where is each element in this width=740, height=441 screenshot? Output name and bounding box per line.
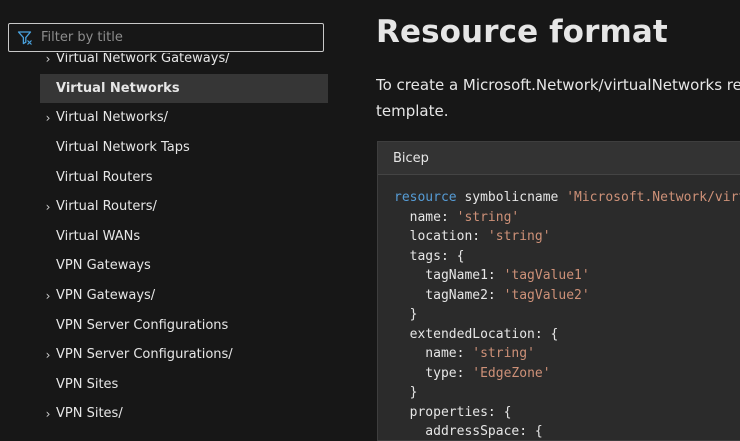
code-line: addressSpace: {	[394, 422, 740, 440]
toc-item-label: Virtual Routers/	[56, 199, 157, 215]
chevron-right-icon[interactable]: ›	[43, 200, 53, 214]
code-string: 'tagValue2'	[503, 287, 590, 303]
code-language-tab[interactable]: Bicep	[378, 142, 740, 175]
toc-item-label: VPN Server Configurations	[56, 317, 229, 333]
toc-item[interactable]: VPN Server Configurations	[40, 310, 328, 340]
filter-input[interactable]	[41, 30, 301, 45]
toc-item[interactable]: Virtual Networks	[40, 73, 328, 104]
toc-item[interactable]: Virtual WANs	[40, 222, 328, 252]
code-language-label: Bicep	[393, 150, 429, 166]
code-string: 'string'	[472, 346, 535, 361]
toc-item[interactable]: › VPN Gateways/	[40, 281, 328, 311]
code-text: properties: {	[394, 404, 512, 420]
code-line: type: 'EdgeZone'	[394, 364, 740, 384]
code-line: }	[394, 383, 740, 403]
code-line: tags: {	[394, 247, 740, 267]
intro-line-1: To create a Microsoft.Network/virtualNet…	[376, 76, 740, 94]
toc-item-label: Virtual Network Gateways/	[56, 53, 230, 67]
code-text: name:	[394, 209, 457, 225]
code-line: tagName1: 'tagValue1'	[394, 266, 740, 286]
code-string: 'EdgeZone'	[472, 365, 551, 381]
code-keyword: resource	[394, 190, 457, 205]
toc-item[interactable]: VPN Gateways	[40, 251, 328, 281]
code-line: tagName2: 'tagValue2'	[394, 286, 740, 306]
toc-item-label: Virtual Networks	[56, 80, 180, 96]
toc-item-label: Virtual Network Taps	[56, 140, 190, 156]
code-line: }	[394, 305, 740, 325]
toc-item[interactable]: › Virtual Network Gateways/	[40, 53, 328, 74]
filter-box[interactable]	[8, 23, 324, 52]
code-line: name: 'string'	[394, 208, 740, 228]
code-line: resource symbolicname 'Microsoft.Network…	[394, 188, 740, 208]
chevron-right-icon[interactable]: ›	[43, 348, 53, 362]
code-text: tagName2:	[394, 287, 504, 303]
toc-item[interactable]: Virtual Routers	[40, 162, 328, 192]
code-text: extendedLocation: {	[394, 326, 559, 342]
code-content: resource symbolicname 'Microsoft.Network…	[378, 175, 740, 440]
intro-paragraph: To create a Microsoft.Network/virtualNet…	[376, 72, 740, 124]
code-text: tags: {	[394, 248, 465, 264]
chevron-right-icon[interactable]: ›	[43, 53, 53, 66]
intro-line-2: template.	[376, 102, 449, 120]
code-line: name: 'string'	[394, 344, 740, 364]
code-line: properties: {	[394, 403, 740, 423]
chevron-right-icon[interactable]: ›	[43, 407, 53, 421]
code-line: location: 'string'	[394, 227, 740, 247]
toc-item-label: VPN Server Configurations/	[56, 347, 233, 363]
code-line: extendedLocation: {	[394, 325, 740, 345]
page-title: Resource format	[376, 14, 668, 50]
code-text: name:	[394, 346, 473, 361]
toc-item-label: VPN Sites/	[56, 406, 123, 422]
toc-item-label: Virtual Routers	[56, 169, 153, 185]
toc-item-label: VPN Gateways/	[56, 288, 156, 304]
code-string: 'tagValue1'	[503, 268, 590, 283]
toc-item-label: Virtual Networks/	[56, 110, 169, 126]
code-string: 'Microsoft.Network/virtualNetworks@2021-…	[566, 190, 740, 205]
code-text: location:	[394, 229, 488, 244]
toc-item-label: VPN Gateways	[56, 258, 151, 274]
chevron-right-icon[interactable]: ›	[43, 289, 53, 303]
code-text: tagName1:	[394, 268, 504, 283]
code-text: symbolicname	[456, 190, 567, 205]
code-text: type:	[394, 365, 473, 381]
toc-item[interactable]: › VPN Server Configurations/	[40, 340, 328, 370]
code-string: 'string'	[487, 229, 551, 244]
toc-tree: › Virtual Network Gateways/Virtual Networ…	[40, 53, 328, 437]
code-text: }	[394, 385, 418, 400]
code-string: 'string'	[456, 209, 520, 225]
toc-item[interactable]: › Virtual Routers/	[40, 192, 328, 222]
toc-item-label: VPN Sites	[56, 376, 119, 392]
toc-item[interactable]: Virtual Network Taps	[40, 133, 328, 163]
toc-item[interactable]: › VPN Sites/	[40, 399, 328, 429]
chevron-right-icon[interactable]: ›	[43, 111, 53, 125]
code-text: }	[394, 307, 418, 322]
toc-item[interactable]: › Virtual Networks/	[40, 103, 328, 133]
code-block: Bicep resource symbolicname 'Microsoft.N…	[377, 141, 740, 441]
toc-item-label: Virtual WANs	[56, 228, 141, 244]
filter-icon	[17, 30, 33, 46]
toc-item[interactable]: VPN Sites	[40, 370, 328, 400]
